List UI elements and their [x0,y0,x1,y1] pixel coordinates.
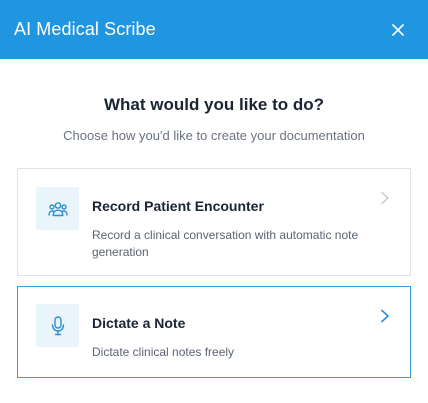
option-title: Record Patient Encounter [92,198,264,214]
dialog-body: What would you like to do? Choose how yo… [0,59,428,403]
option-title: Dictate a Note [92,315,186,331]
close-icon [392,23,404,36]
microphone-icon [51,315,64,335]
option-icon-box [36,187,79,230]
option-icon-box [36,304,79,347]
people-group-icon [47,201,68,216]
chevron-right-icon [381,191,389,205]
page-subtitle: Choose how you'd like to create your doc… [63,128,365,143]
dialog-header: AI Medical Scribe [0,0,428,59]
option-description: Dictate clinical notes freely [92,345,235,359]
option-record-patient-encounter[interactable]: Record Patient Encounter Record a clinic… [17,168,411,276]
dialog-title: AI Medical Scribe [14,19,156,39]
option-dictate-note[interactable]: Dictate a Note Dictate clinical notes fr… [17,286,411,378]
chevron-right-icon [381,309,389,323]
page-title: What would you like to do? [103,95,325,114]
option-description: Record a clinical conversation with auto… [92,228,359,259]
close-button[interactable] [386,18,410,42]
